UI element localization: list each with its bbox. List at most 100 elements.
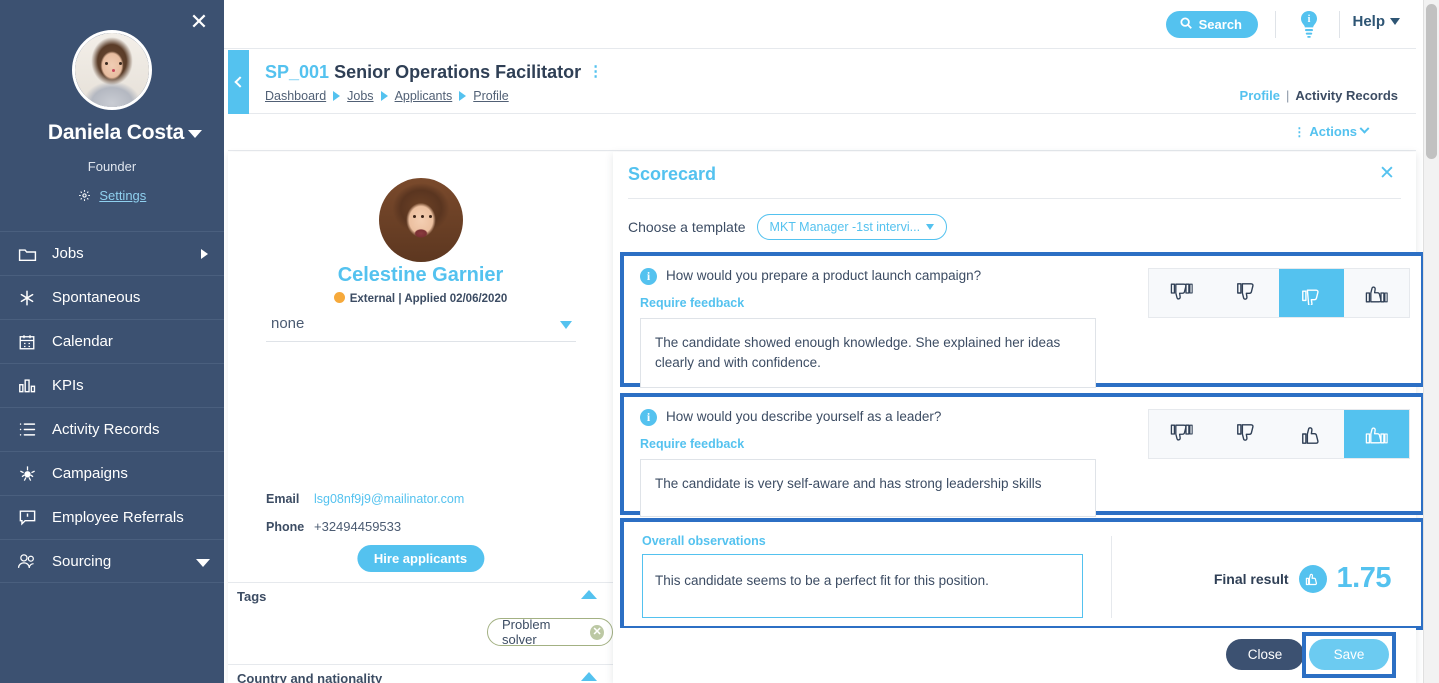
breadcrumb-separator-icon [459, 91, 467, 101]
header-tabs: Profile | Activity Records [1240, 88, 1398, 103]
sidebar-item-activity-records[interactable]: Activity Records [0, 407, 224, 451]
info-icon[interactable]: i [640, 409, 657, 426]
sidebar-item-label: Spontaneous [52, 289, 141, 306]
sidebar-item-jobs[interactable]: Jobs [0, 231, 224, 275]
candidate-avatar[interactable] [378, 178, 463, 262]
tags-section-header [228, 582, 613, 612]
candidate-name[interactable]: Celestine Garnier [228, 264, 613, 287]
list-icon [14, 420, 40, 440]
page-scrollbar-thumb[interactable] [1426, 4, 1437, 159]
email-label: Email [266, 492, 300, 506]
sidebar-item-label: KPIs [52, 377, 84, 394]
question-answer-input[interactable] [640, 459, 1096, 517]
divider [1111, 536, 1112, 618]
breadcrumb-item-profile[interactable]: Profile [473, 89, 508, 103]
chevron-down-icon [1359, 123, 1370, 134]
sidebar-item-calendar[interactable]: Calendar [0, 319, 224, 363]
rating-thumbs-up[interactable] [1279, 269, 1344, 317]
chevron-down-icon [560, 321, 572, 329]
tag-chip[interactable]: Problem solver ✕ [487, 617, 613, 647]
save-button[interactable]: Save [1309, 639, 1389, 670]
lightbulb-info-icon[interactable]: i [1295, 9, 1323, 39]
settings-link[interactable]: Settings [0, 188, 224, 205]
settings-label: Settings [99, 188, 147, 203]
svg-text:i: i [1308, 14, 1311, 25]
rating-group [1148, 409, 1410, 459]
tab-activity-records[interactable]: Activity Records [1295, 88, 1398, 103]
rating-thumbs-up-double[interactable] [1344, 269, 1409, 317]
breadcrumb-item-jobs[interactable]: Jobs [347, 89, 373, 103]
sidebar-item-label: Jobs [52, 245, 84, 262]
avatar-image [75, 33, 149, 107]
gear-icon [78, 189, 91, 205]
sidebar-item-employee-referrals[interactable]: Employee Referrals [0, 495, 224, 539]
breadcrumb-item-dashboard[interactable]: Dashboard [265, 89, 326, 103]
sidebar-item-sourcing[interactable]: Sourcing [0, 539, 224, 583]
close-button[interactable]: Close [1226, 639, 1304, 670]
rating-thumbs-down[interactable] [1214, 269, 1279, 317]
chevron-right-icon[interactable] [201, 249, 208, 259]
question-text: How would you describe yourself as a lea… [666, 409, 942, 424]
sidebar-item-campaigns[interactable]: Campaigns [0, 451, 224, 495]
sidebar-item-label: Sourcing [52, 552, 112, 570]
candidate-applied-date: Applied 02/06/2020 [404, 293, 508, 305]
candidate-status-select[interactable]: none [266, 310, 576, 342]
template-row: Choose a template MKT Manager -1st inter… [628, 214, 948, 240]
tags-collapse-icon[interactable] [581, 590, 597, 599]
scorecard-panel: Scorecard ✕ Choose a template MKT Manage… [613, 152, 1425, 683]
status-dot-icon [333, 292, 345, 303]
search-button[interactable]: Search [1165, 11, 1258, 38]
template-selected-value: MKT Manager -1st intervi... [769, 220, 921, 234]
actions-label: Actions [1309, 124, 1357, 139]
chevron-left-icon [234, 76, 246, 88]
page-scrollbar-track[interactable] [1423, 0, 1439, 683]
asterisk-icon [14, 288, 40, 308]
email-value[interactable]: lsg08nf9j9@mailinator.com [314, 492, 464, 506]
phone-value: +32494459533 [314, 519, 402, 534]
breadcrumb-separator-icon [333, 91, 341, 101]
user-menu-chevron-down-icon[interactable] [188, 130, 202, 138]
sidebar-close-icon[interactable]: ✕ [188, 11, 210, 34]
question-answer-input[interactable] [640, 318, 1096, 388]
question-block: i How would you describe yourself as a l… [620, 393, 1425, 517]
hire-applicants-button[interactable]: Hire applicants [356, 545, 485, 572]
remove-tag-icon[interactable]: ✕ [590, 624, 604, 640]
sidebar-item-label: Campaigns [52, 465, 128, 482]
overall-observations-input[interactable] [642, 554, 1083, 618]
tab-profile[interactable]: Profile [1240, 88, 1280, 103]
chevron-down-icon[interactable] [196, 559, 210, 567]
rating-thumbs-up-double[interactable] [1344, 410, 1409, 458]
details-collapse-icon[interactable] [581, 672, 597, 681]
sidebar-nav: Jobs Spontaneous Calendar KPIs Activity … [0, 231, 224, 583]
info-icon[interactable]: i [640, 268, 657, 285]
rating-thumbs-down-double[interactable] [1149, 269, 1214, 317]
sidebar-item-kpis[interactable]: KPIs [0, 363, 224, 407]
overall-observations-label: Overall observations [642, 534, 766, 548]
toolbar-divider [1275, 11, 1276, 38]
folder-icon [14, 244, 40, 264]
phone-row: Phone +32494459533 [266, 519, 401, 534]
help-menu-button[interactable]: Help [1352, 13, 1400, 30]
vertical-dots-icon: ⋮ [1293, 124, 1306, 139]
breadcrumb-item-applicants[interactable]: Applicants [395, 89, 453, 103]
app-root: ✕ Daniela Costa Founder Settings Jobs Sp… [0, 0, 1439, 683]
candidate-status-value: none [271, 315, 305, 332]
divider [628, 198, 1401, 199]
candidate-source: External [349, 293, 396, 305]
scorecard-close-icon[interactable]: ✕ [1376, 164, 1398, 186]
breadcrumb: Dashboard Jobs Applicants Profile [265, 89, 509, 103]
template-select[interactable]: MKT Manager -1st intervi... [756, 214, 948, 240]
rating-thumbs-down[interactable] [1214, 410, 1279, 458]
vertical-dots-icon[interactable]: ⋮ [588, 64, 603, 79]
avatar-image [378, 178, 463, 262]
candidate-profile-panel: Celestine Garnier External | Applied 02/… [228, 152, 613, 683]
top-bar: Search i Help [224, 0, 1416, 49]
phone-label: Phone [266, 520, 305, 534]
actions-menu-button[interactable]: ⋮ Actions [1293, 123, 1370, 139]
sidebar-item-spontaneous[interactable]: Spontaneous [0, 275, 224, 319]
sidebar-item-label: Employee Referrals [52, 509, 184, 526]
rating-thumbs-down-double[interactable] [1149, 410, 1214, 458]
job-code: SP_001 [265, 62, 330, 82]
collapse-panel-button[interactable] [228, 50, 249, 114]
rating-thumbs-up[interactable] [1279, 410, 1344, 458]
